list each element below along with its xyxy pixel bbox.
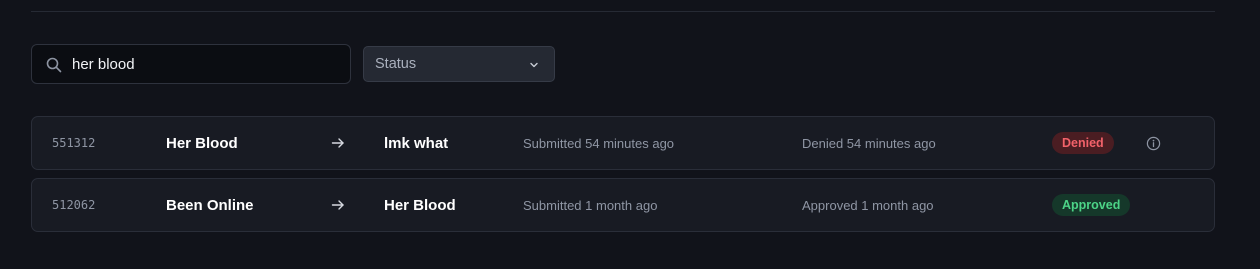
to-name: Her Blood [384, 196, 456, 214]
decision-time: Denied 54 minutes ago [802, 135, 936, 151]
to-name: lmk what [384, 134, 449, 152]
submitted-time: Submitted 1 month ago [523, 197, 658, 213]
status-badge: Denied [1052, 132, 1114, 154]
search-box[interactable] [31, 44, 351, 84]
info-icon[interactable] [1146, 117, 1162, 169]
table-row[interactable]: 551312 Her Blood lmk what Submitted 54 m… [31, 116, 1215, 170]
from-name: Been Online [166, 196, 254, 214]
status-badge-cell: Approved [1052, 179, 1131, 231]
status-filter-label: Status [375, 56, 417, 72]
arrow-right-icon [331, 179, 345, 231]
chevron-down-icon [530, 62, 538, 68]
submitted-time: Submitted 54 minutes ago [523, 135, 675, 151]
status-badge-cell: Denied [1052, 117, 1114, 169]
table-row[interactable]: 512062 Been Online Her Blood Submitted 1… [31, 178, 1215, 232]
search-input[interactable] [72, 45, 342, 83]
top-divider [31, 11, 1215, 12]
status-filter-select[interactable]: Status [363, 46, 555, 82]
status-badge: Approved [1052, 194, 1131, 216]
decision-time: Approved 1 month ago [802, 197, 934, 213]
from-name: Her Blood [166, 134, 238, 152]
request-id: 512062 [52, 198, 96, 212]
search-icon [46, 57, 62, 73]
request-id: 551312 [52, 136, 96, 150]
arrow-right-icon [331, 117, 345, 169]
